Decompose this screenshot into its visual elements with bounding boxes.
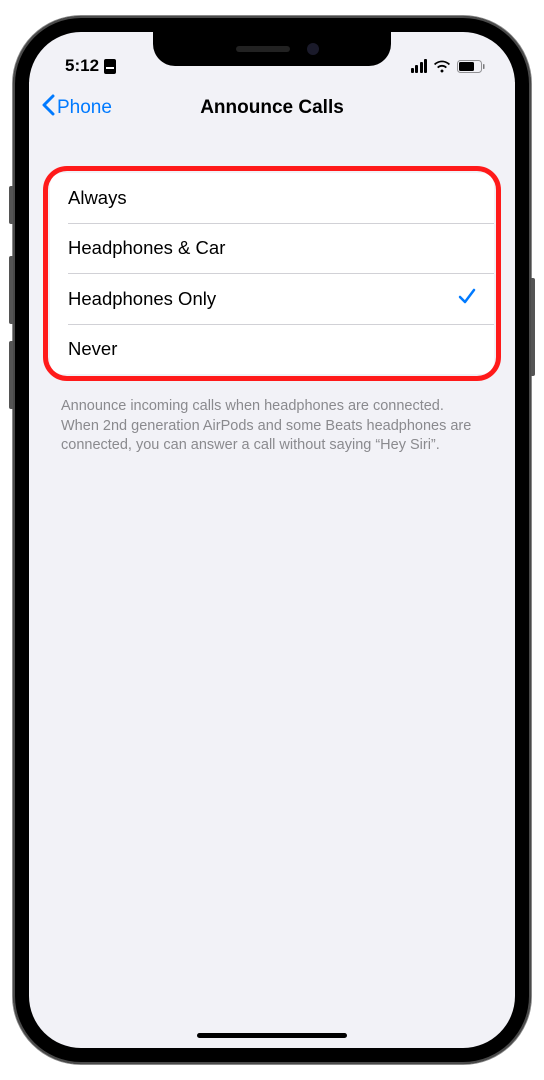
notch xyxy=(153,32,391,66)
option-headphones-car[interactable]: Headphones & Car xyxy=(50,223,494,273)
mute-switch xyxy=(9,186,13,224)
power-button xyxy=(531,278,535,376)
announce-options-list: Always Headphones & Car Headphones Only … xyxy=(50,173,494,374)
screen: 5:12 xyxy=(29,32,515,1048)
status-right xyxy=(411,59,486,73)
front-camera xyxy=(307,43,319,55)
back-label: Phone xyxy=(57,97,112,119)
portrait-lock-icon xyxy=(104,59,116,74)
option-label: Headphones Only xyxy=(68,288,216,310)
home-indicator[interactable] xyxy=(197,1033,347,1038)
volume-up-button xyxy=(9,256,13,324)
content-area: Always Headphones & Car Headphones Only … xyxy=(29,136,515,456)
page-title: Announce Calls xyxy=(200,97,344,119)
status-time: 5:12 xyxy=(65,56,99,76)
option-never[interactable]: Never xyxy=(50,324,494,374)
option-always[interactable]: Always xyxy=(50,173,494,223)
navigation-bar: Phone Announce Calls xyxy=(29,82,515,136)
volume-down-button xyxy=(9,341,13,409)
speaker-grille xyxy=(236,46,290,52)
phone-frame: 5:12 xyxy=(13,16,531,1064)
option-label: Never xyxy=(68,338,117,360)
back-button[interactable]: Phone xyxy=(41,94,112,122)
battery-icon xyxy=(457,60,485,73)
option-label: Headphones & Car xyxy=(68,237,225,259)
cellular-signal-icon xyxy=(411,59,428,73)
chevron-left-icon xyxy=(41,94,55,122)
status-left: 5:12 xyxy=(65,56,116,76)
section-footer-text: Announce incoming calls when headphones … xyxy=(43,389,501,456)
option-label: Always xyxy=(68,187,127,209)
option-headphones-only[interactable]: Headphones Only xyxy=(50,273,494,324)
highlight-annotation: Always Headphones & Car Headphones Only … xyxy=(43,166,501,381)
wifi-icon xyxy=(433,60,451,73)
checkmark-icon xyxy=(458,287,476,310)
